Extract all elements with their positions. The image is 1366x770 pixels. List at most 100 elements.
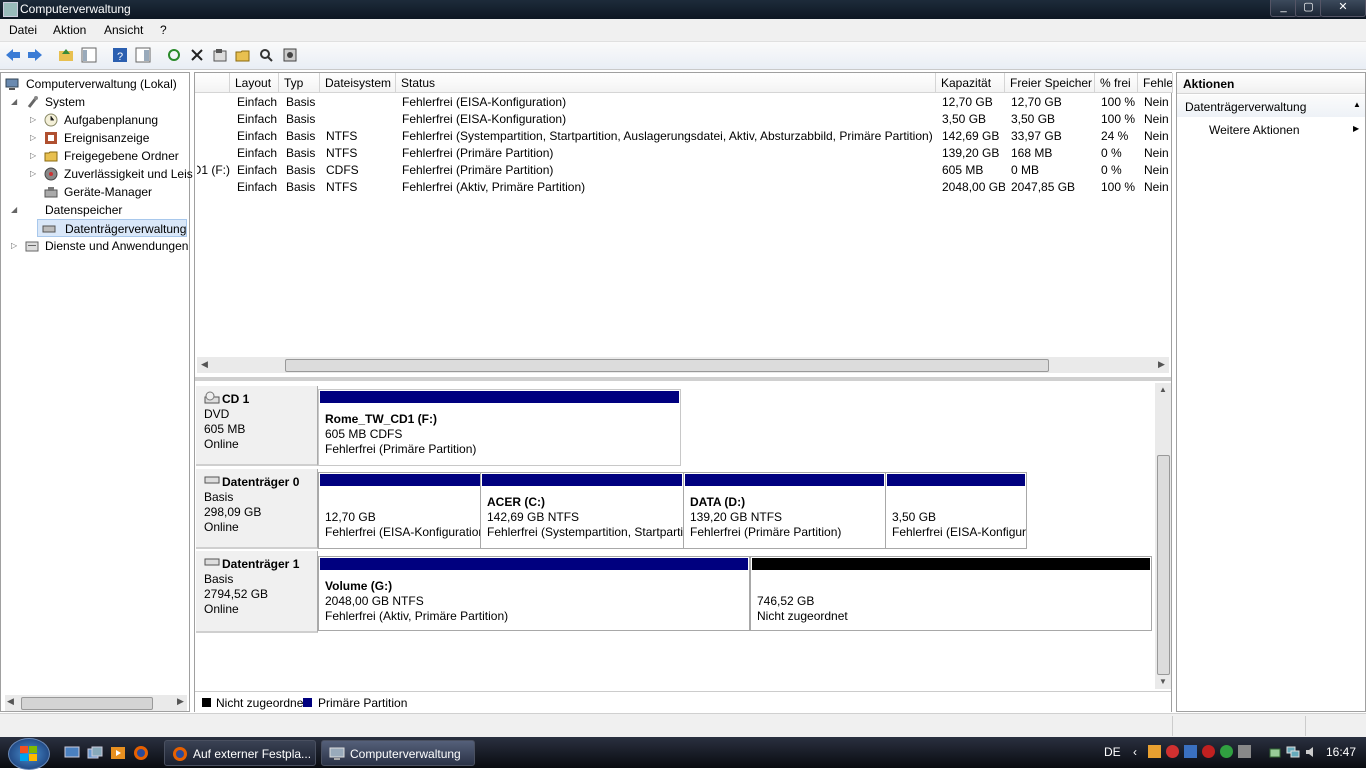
tree-horizontal-scrollbar[interactable]: ◀ ▶ <box>5 695 187 711</box>
safely-remove-hardware-icon[interactable] <box>1268 745 1282 759</box>
tray-adobe-icon[interactable] <box>1202 745 1215 758</box>
disk-info-0[interactable]: Datenträger 0 Basis 298,09 GB Online <box>196 469 318 549</box>
column-header-volume[interactable] <box>195 73 230 93</box>
search-icon[interactable] <box>258 47 274 63</box>
partition-eisa-1[interactable]: 12,70 GB Fehlerfrei (EISA-Konfiguration) <box>318 472 482 549</box>
volume-icon[interactable] <box>1304 745 1318 759</box>
actions-title: Aktionen <box>1183 77 1235 91</box>
switch-windows-icon[interactable] <box>87 746 103 760</box>
cell-volume <box>197 94 230 111</box>
taskbar-item-computerverwaltung[interactable]: Computerverwaltung <box>321 740 475 766</box>
close-button[interactable]: ✕ <box>1320 0 1366 17</box>
partition-size: 605 MB CDFS <box>325 427 403 441</box>
scrollbar-thumb[interactable] <box>285 359 1049 372</box>
partition-cd-f[interactable]: Rome_TW_CD1 (F:) 605 MB CDFS Fehlerfrei … <box>318 389 681 466</box>
tray-antivirus-icon[interactable] <box>1166 745 1179 758</box>
partition-acer-c[interactable]: ACER (C:) 142,69 GB NTFS Fehlerfrei (Sys… <box>480 472 684 549</box>
refresh-icon[interactable] <box>166 47 182 63</box>
column-header-freier-speicher[interactable]: Freier Speicher <box>1005 73 1095 93</box>
column-header-typ[interactable]: Typ <box>279 73 320 93</box>
show-hidden-icons-icon[interactable]: ‹ <box>1133 745 1137 759</box>
collapse-arrow-icon[interactable]: ▲ <box>1353 100 1361 109</box>
back-icon[interactable] <box>5 47 21 63</box>
partition-size: 12,70 GB <box>325 510 376 524</box>
column-header-layout[interactable]: Layout <box>230 73 279 93</box>
partition-volume-g[interactable]: Volume (G:) 2048,00 GB NTFS Fehlerfrei (… <box>318 556 750 631</box>
hard-disk-icon <box>204 558 220 566</box>
menu-aktion[interactable]: Aktion <box>53 23 86 37</box>
column-header-dateisystem[interactable]: Dateisystem <box>320 73 396 93</box>
table-row[interactable]: Einfach Basis Fehlerfrei (EISA-Konfigurati… <box>195 94 1171 111</box>
list-horizontal-scrollbar[interactable]: ◀ ▶ <box>197 357 1169 373</box>
actions-section[interactable]: Datenträgerverwaltung ▲ <box>1177 95 1365 117</box>
expand-icon[interactable]: ▷ <box>30 111 40 129</box>
maximize-button[interactable]: ▢ <box>1295 0 1322 17</box>
cell-fehlertoleranz: Nein <box>1144 146 1169 160</box>
expand-icon[interactable]: ▷ <box>30 165 40 183</box>
expand-icon[interactable]: ▷ <box>30 147 40 165</box>
network-icon[interactable] <box>1286 745 1300 759</box>
column-header-kapazitaet[interactable]: Kapazität <box>936 73 1005 93</box>
tree-label: System <box>45 95 86 109</box>
tray-network-icon[interactable] <box>1184 745 1197 758</box>
delete-icon[interactable] <box>189 47 205 63</box>
disk-info-1[interactable]: Datenträger 1 Basis 2794,52 GB Online <box>196 551 318 633</box>
settings-icon[interactable] <box>282 47 298 63</box>
partition-data-d[interactable]: DATA (D:) 139,20 GB NTFS Fehlerfrei (Pri… <box>683 472 886 549</box>
cell-layout: Einfach <box>237 129 278 143</box>
partition-status: Nicht zugeordnet <box>757 609 848 623</box>
clock[interactable]: 16:47 <box>1326 745 1356 759</box>
partition-eisa-2[interactable]: 3,50 GB Fehlerfrei (EISA-Konfiguration) <box>885 472 1027 549</box>
open-folder-icon[interactable] <box>235 47 251 63</box>
show-hide-action-icon[interactable] <box>135 47 151 63</box>
tree-label: Zuverlässigkeit und Leis <box>64 167 193 181</box>
menu-ansicht[interactable]: Ansicht <box>104 23 143 37</box>
cell-kapazitaet: 2048,00 GB <box>942 180 1005 194</box>
collapse-icon[interactable]: ◢ <box>11 93 21 111</box>
properties-icon[interactable] <box>212 47 228 63</box>
tray-update-icon[interactable] <box>1220 745 1233 758</box>
legend-unallocated-label: Nicht zugeordnet <box>216 696 307 710</box>
forward-icon[interactable] <box>27 47 43 63</box>
table-row[interactable]: Einfach Basis Fehlerfrei (EISA-Konfigurati… <box>195 111 1171 128</box>
firefox-icon[interactable] <box>133 745 149 761</box>
up-folder-icon[interactable] <box>58 47 74 63</box>
collapse-icon[interactable]: ◢ <box>11 201 21 219</box>
table-row[interactable]: Einfach Basis NTFS Fehlerfrei (Primäre Part… <box>195 145 1171 162</box>
tray-app-icon[interactable] <box>1148 745 1161 758</box>
show-hide-tree-icon[interactable] <box>81 47 97 63</box>
show-desktop-icon[interactable] <box>64 746 80 760</box>
splitter[interactable] <box>195 377 1171 381</box>
primary-partition-bar <box>482 474 682 486</box>
partition-unallocated[interactable]: 746,52 GB Nicht zugeordnet <box>750 556 1152 631</box>
column-header-status[interactable]: Status <box>396 73 936 93</box>
table-row[interactable]: D1 (F:) Einfach Basis CDFS Fehlerfrei (Primä… <box>195 162 1171 179</box>
cell-fehlertoleranz: Nein <box>1144 163 1169 177</box>
menu-datei[interactable]: Datei <box>9 23 37 37</box>
table-row[interactable]: Einfach Basis NTFS Fehlerfrei (Aktiv, Primä… <box>195 179 1171 196</box>
computer-icon <box>5 78 19 90</box>
minimize-button[interactable]: _ <box>1270 0 1297 17</box>
expand-icon[interactable]: ▷ <box>30 129 40 147</box>
media-player-icon[interactable] <box>110 746 126 760</box>
taskbar-item-firefox[interactable]: Auf externer Festpla... <box>164 740 316 766</box>
cell-dateisystem: NTFS <box>326 180 358 194</box>
disk-info-cd1[interactable]: CD 1 DVD 605 MB Online <box>196 386 318 466</box>
menu-help[interactable]: ? <box>160 23 167 37</box>
scrollbar-thumb[interactable] <box>1157 455 1170 675</box>
scrollbar-thumb[interactable] <box>21 697 153 710</box>
taskbar-item-label: Auf externer Festpla... <box>193 747 312 761</box>
start-button[interactable] <box>8 738 50 770</box>
hard-disk-icon <box>204 476 220 484</box>
column-header-fehlertoleranz[interactable]: Fehle <box>1138 73 1173 93</box>
column-header-prozent-frei[interactable]: % frei <box>1095 73 1138 93</box>
help-icon[interactable]: ? <box>112 47 128 63</box>
table-row[interactable]: Einfach Basis NTFS Fehlerfrei (Systempartit… <box>195 128 1171 145</box>
expand-icon[interactable]: ▷ <box>11 237 21 255</box>
disk-vertical-scrollbar[interactable]: ▲ ▼ <box>1155 383 1171 689</box>
cell-prozent-frei: 100 % <box>1101 180 1136 194</box>
tree-item-datentraegerverwaltung[interactable]: Datenträgerverwaltung <box>37 219 187 237</box>
tray-settings-icon[interactable] <box>1238 745 1251 758</box>
more-actions-item[interactable]: Weitere Aktionen ▶ <box>1177 121 1365 141</box>
language-indicator[interactable]: DE <box>1104 745 1121 759</box>
